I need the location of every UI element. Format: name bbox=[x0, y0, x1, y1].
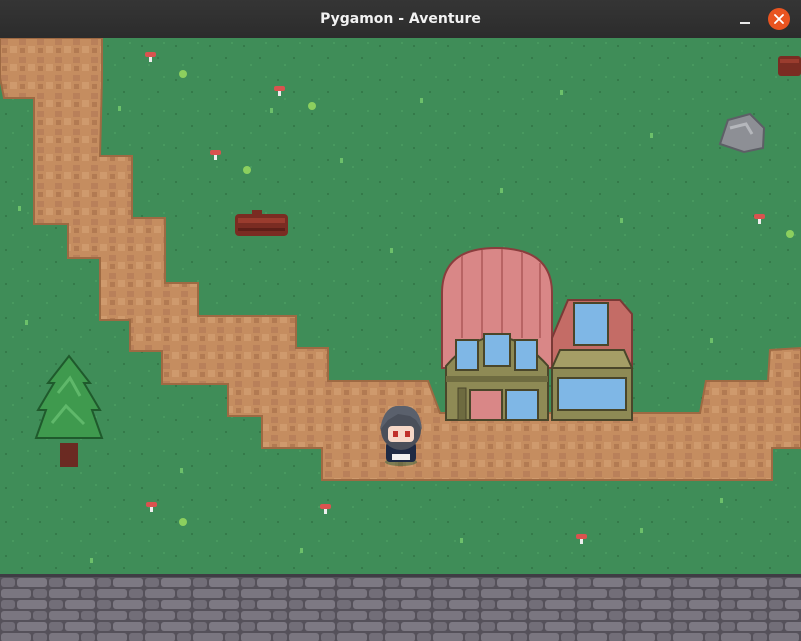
game-map bbox=[0, 38, 801, 641]
minimize-button[interactable] bbox=[734, 9, 756, 29]
log-corner bbox=[778, 56, 801, 76]
game-window: Pygamon - Aventure bbox=[0, 0, 801, 641]
title-bar[interactable]: Pygamon - Aventure bbox=[0, 0, 801, 39]
window-title: Pygamon - Aventure bbox=[320, 11, 481, 27]
player-character bbox=[380, 405, 422, 466]
stone-wall bbox=[0, 574, 801, 641]
close-icon bbox=[774, 14, 784, 24]
close-button[interactable] bbox=[768, 8, 790, 30]
game-viewport[interactable] bbox=[0, 38, 801, 641]
